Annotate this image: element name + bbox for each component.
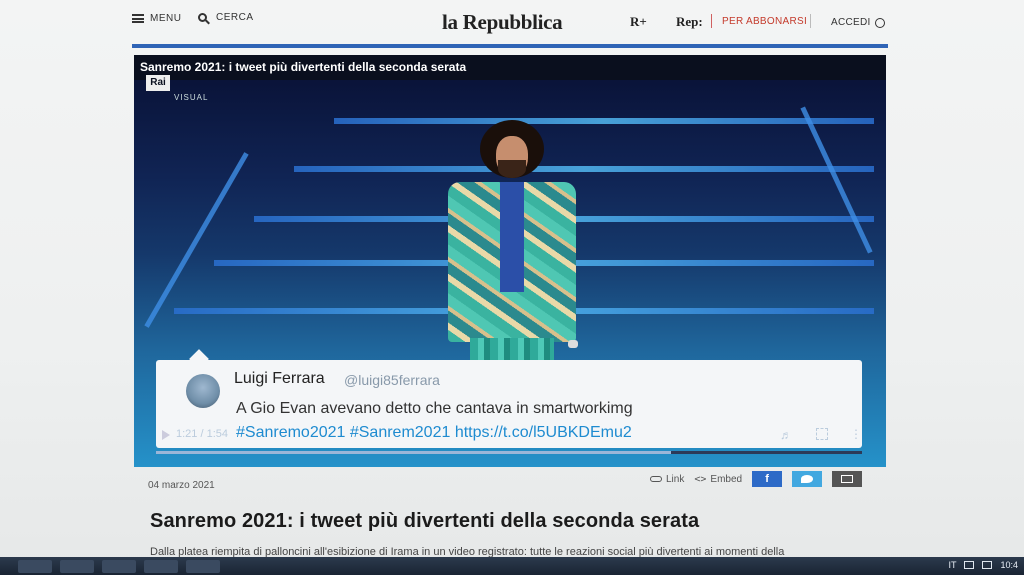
- progress-bar[interactable]: [156, 451, 862, 454]
- divider: [810, 14, 811, 28]
- twitter-share-button[interactable]: [792, 471, 823, 487]
- search-button[interactable]: CERCA: [198, 12, 254, 23]
- channel-logo: Rai VISUAL: [146, 75, 208, 107]
- publish-date: 04 marzo 2021: [148, 480, 215, 491]
- stage-step: [294, 166, 874, 172]
- microphone: [568, 340, 578, 348]
- battery-icon[interactable]: [982, 561, 993, 569]
- network-icon[interactable]: [964, 561, 975, 569]
- mail-icon: [841, 475, 854, 483]
- stage-step: [334, 118, 874, 124]
- player-controls: 1:21 / 1:54 ♬ ⋮: [156, 425, 862, 449]
- site-logo[interactable]: la Repubblica: [442, 10, 563, 35]
- search-label: CERCA: [216, 12, 254, 23]
- link-label: Link: [666, 473, 685, 485]
- time-display: 1:21 / 1:54: [176, 428, 228, 440]
- link-button[interactable]: Link: [650, 474, 684, 485]
- video-title: Sanremo 2021: i tweet più divertenti del…: [140, 60, 467, 74]
- fullscreen-icon[interactable]: [816, 428, 828, 440]
- performer-beard: [498, 160, 526, 178]
- clock[interactable]: 10:4: [1000, 560, 1018, 570]
- twitter-icon: [801, 475, 814, 483]
- embed-icon: <>: [694, 473, 707, 485]
- taskbar-app[interactable]: [60, 560, 94, 573]
- system-tray: IT 10:4: [948, 560, 1018, 570]
- os-taskbar: IT 10:4: [0, 557, 1024, 575]
- stage-light: [800, 106, 873, 254]
- search-icon: [198, 13, 207, 22]
- facebook-icon: f: [765, 473, 769, 485]
- user-icon: [874, 17, 885, 28]
- video-player[interactable]: Sanremo 2021: i tweet più divertenti del…: [134, 55, 886, 467]
- login-label: ACCEDI: [831, 17, 871, 28]
- mail-share-button[interactable]: [832, 471, 863, 487]
- tweet-author-handle: @luigi85ferrara: [344, 372, 440, 388]
- embed-button[interactable]: <> Embed: [694, 474, 742, 485]
- taskbar-app[interactable]: [102, 560, 136, 573]
- menu-button[interactable]: MENU: [132, 13, 181, 24]
- login-button[interactable]: ACCEDI: [831, 17, 885, 28]
- embed-label: Embed: [710, 473, 743, 485]
- taskbar-app[interactable]: [186, 560, 220, 573]
- share-bar: Link <> Embed f: [650, 471, 863, 487]
- divider: [711, 14, 712, 28]
- site-header: MENU CERCA la Repubblica R+ Rep: PER ABB…: [0, 0, 1024, 44]
- rplus-link[interactable]: R+: [630, 14, 647, 30]
- stage-light: [144, 152, 249, 328]
- volume-icon[interactable]: ♬: [780, 428, 792, 442]
- rep-link[interactable]: Rep:: [676, 14, 703, 30]
- play-icon[interactable]: [162, 430, 170, 440]
- facebook-share-button[interactable]: f: [752, 471, 783, 487]
- channel-logo-sub: VISUAL: [174, 93, 209, 102]
- avatar: [186, 374, 220, 408]
- tweet-author-name: Luigi Ferrara: [234, 370, 325, 387]
- language-indicator[interactable]: IT: [948, 560, 956, 570]
- taskbar-app[interactable]: [144, 560, 178, 573]
- link-icon: [650, 476, 662, 482]
- tweet-text: A Gio Evan avevano detto che cantava in …: [236, 400, 633, 417]
- taskbar-app[interactable]: [18, 560, 52, 573]
- hamburger-icon: [132, 14, 144, 23]
- more-options-icon[interactable]: ⋮: [850, 427, 862, 441]
- header-accent-bar: [132, 44, 888, 48]
- channel-logo-text: Rai: [146, 75, 170, 91]
- subscribe-link[interactable]: PER ABBONARSI: [722, 16, 807, 27]
- article-headline: Sanremo 2021: i tweet più divertenti del…: [150, 510, 700, 532]
- menu-label: MENU: [150, 13, 182, 24]
- progress-fill: [156, 451, 672, 454]
- browser-viewport: MENU CERCA la Repubblica R+ Rep: PER ABB…: [0, 0, 1024, 575]
- performer-shirt: [500, 182, 524, 292]
